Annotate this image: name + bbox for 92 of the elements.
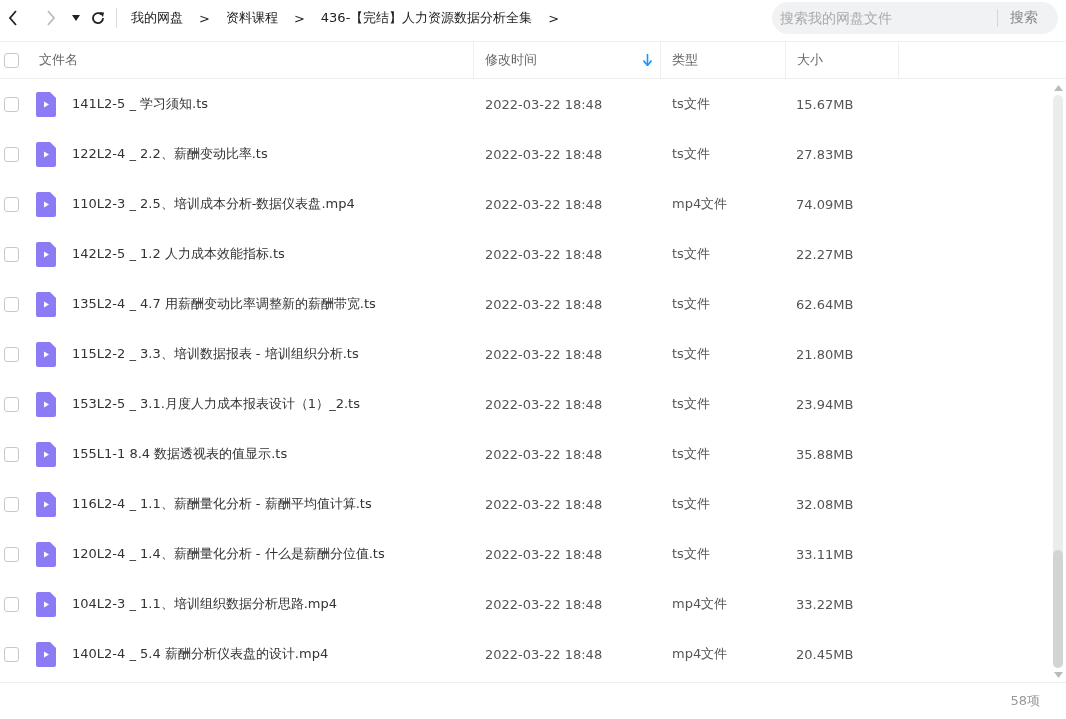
column-header[interactable]: 大小 [797, 51, 823, 69]
scrollbar-track[interactable] [1053, 95, 1063, 668]
back-icon[interactable] [8, 10, 18, 26]
row-checkbox[interactable] [4, 196, 19, 212]
row-checkbox[interactable] [4, 146, 19, 162]
row-checkbox[interactable] [4, 496, 19, 512]
modified-time: 2022-03-22 18:48 [485, 146, 603, 162]
file-type: mp4文件 [672, 596, 728, 611]
file-type: ts文件 [672, 396, 710, 411]
column-header[interactable]: 类型 [672, 51, 698, 69]
refresh-icon[interactable] [90, 10, 106, 26]
file-size: 20.45MB [796, 646, 854, 662]
file-size: 21.80MB [796, 346, 854, 362]
file-size: 33.22MB [796, 596, 854, 612]
file-type: ts文件 [672, 296, 710, 311]
scrollbar-thumb[interactable] [1053, 550, 1063, 668]
select-all-checkbox[interactable] [4, 52, 19, 68]
file-name[interactable]: 104L2-3 _ 1.1、培训组织数据分析思路.mp4 [72, 595, 338, 613]
file-size: 22.27MB [796, 246, 854, 262]
column-header[interactable]: 修改时间 [485, 51, 537, 69]
file-name[interactable]: 140L2-4 _ 5.4 薪酬分析仪表盘的设计.mp4 [72, 645, 329, 663]
file-size: 33.11MB [796, 546, 854, 562]
modified-time: 2022-03-22 18:48 [485, 446, 603, 462]
dropdown-icon[interactable] [72, 15, 80, 21]
file-name[interactable]: 153L2-5 _ 3.1.月度人力成本报表设计（1）_2.ts [72, 395, 360, 413]
row-checkbox[interactable] [4, 96, 19, 112]
video-file-icon [36, 641, 56, 667]
video-file-icon [36, 241, 56, 267]
file-name[interactable]: 115L2-2 _ 3.3、培训数据报表 - 培训组织分析.ts [72, 345, 359, 363]
file-type: ts文件 [672, 246, 710, 261]
file-type: ts文件 [672, 146, 710, 161]
file-size: 27.83MB [796, 146, 854, 162]
file-type: ts文件 [672, 446, 710, 461]
file-type: ts文件 [672, 96, 710, 111]
modified-time: 2022-03-22 18:48 [485, 246, 603, 262]
video-file-icon [36, 391, 56, 417]
file-size: 62.64MB [796, 296, 854, 312]
breadcrumb-link[interactable]: 资料课程 [225, 9, 278, 27]
file-size: 35.88MB [796, 446, 854, 462]
file-size: 15.67MB [796, 96, 854, 112]
video-file-icon [36, 191, 56, 217]
column-header[interactable]: 文件名 [39, 51, 78, 69]
file-name[interactable]: 110L2-3 _ 2.5、培训成本分析-数据仪表盘.mp4 [72, 195, 355, 213]
row-checkbox[interactable] [4, 246, 19, 262]
video-file-icon [36, 591, 56, 617]
video-file-icon [36, 541, 56, 567]
breadcrumb-separator: > [199, 10, 210, 26]
breadcrumb-link[interactable]: 我的网盘 [131, 9, 183, 27]
file-name[interactable]: 141L2-5 _ 学习须知.ts [72, 95, 209, 113]
modified-time: 2022-03-22 18:48 [485, 496, 603, 512]
file-name[interactable]: 116L2-4 _ 1.1、薪酬量化分析 - 薪酬平均值计算.ts [72, 495, 372, 513]
file-type: mp4文件 [672, 196, 728, 211]
video-file-icon [36, 491, 56, 517]
modified-time: 2022-03-22 18:48 [485, 346, 603, 362]
scroll-down-icon[interactable] [1053, 672, 1063, 678]
row-checkbox[interactable] [4, 346, 19, 362]
row-checkbox[interactable] [4, 396, 19, 412]
file-size: 74.09MB [796, 196, 854, 212]
file-type: mp4文件 [672, 646, 728, 661]
file-name[interactable]: 155L1-1 8.4 数据透视表的值显示.ts [72, 445, 288, 463]
modified-time: 2022-03-22 18:48 [485, 96, 603, 112]
file-name[interactable]: 120L2-4 _ 1.4、薪酬量化分析 - 什么是薪酬分位值.ts [72, 545, 385, 563]
modified-time: 2022-03-22 18:48 [485, 196, 603, 212]
modified-time: 2022-03-22 18:48 [485, 396, 603, 412]
modified-time: 2022-03-22 18:48 [485, 296, 603, 312]
row-checkbox[interactable] [4, 596, 19, 612]
video-file-icon [36, 91, 56, 117]
breadcrumb-link[interactable]: 436-【完结】人力资源数据分析全集 [320, 9, 533, 27]
modified-time: 2022-03-22 18:48 [485, 596, 603, 612]
item-count: 58项 [1010, 692, 1040, 710]
video-file-icon [36, 141, 56, 167]
breadcrumb-separator: > [293, 10, 305, 26]
scroll-up-icon[interactable] [1053, 85, 1063, 91]
file-size: 23.94MB [796, 396, 854, 412]
row-checkbox[interactable] [4, 546, 19, 562]
breadcrumb-separator: > [548, 10, 560, 26]
video-file-icon [36, 291, 56, 317]
file-type: ts文件 [672, 546, 710, 561]
file-type: ts文件 [672, 496, 710, 511]
file-name[interactable]: 135L2-4 _ 4.7 用薪酬变动比率调整新的薪酬带宽.ts [72, 295, 376, 313]
file-name[interactable]: 142L2-5 _ 1.2 人力成本效能指标.ts [72, 245, 285, 263]
modified-time: 2022-03-22 18:48 [485, 546, 603, 562]
modified-time: 2022-03-22 18:48 [485, 646, 603, 662]
video-file-icon [36, 341, 56, 367]
file-size: 32.08MB [796, 496, 854, 512]
video-file-icon [36, 441, 56, 467]
row-checkbox[interactable] [4, 646, 19, 662]
sort-arrow-icon[interactable] [643, 54, 652, 66]
row-checkbox[interactable] [4, 296, 19, 312]
row-checkbox[interactable] [4, 446, 19, 462]
file-name[interactable]: 122L2-4 _ 2.2、薪酬变动比率.ts [72, 145, 268, 163]
file-type: ts文件 [672, 346, 710, 361]
